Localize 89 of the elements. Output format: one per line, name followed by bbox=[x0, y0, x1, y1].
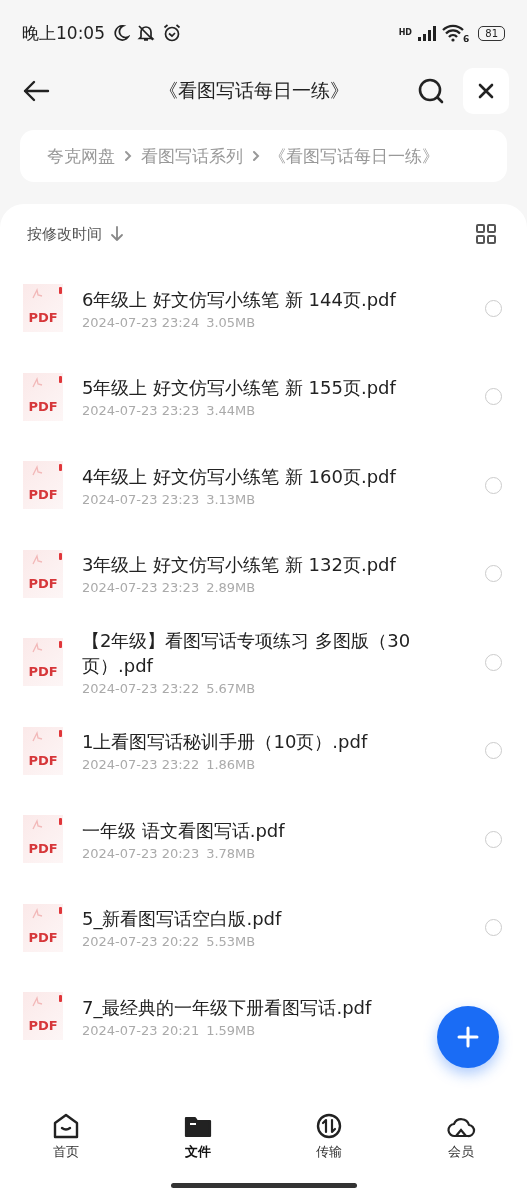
file-name: 6年级上 好文仿写小练笔 新 144页.pdf bbox=[82, 287, 398, 312]
pdf-symbol-icon bbox=[31, 996, 43, 1009]
file-size: 1.59MB bbox=[206, 1022, 256, 1038]
file-row[interactable]: PDF 7_最经典的一年级下册看图写话.pdf 2024-07-23 20:21 1.59MB bbox=[0, 972, 527, 1061]
nav-tab[interactable]: 首页 bbox=[25, 1111, 106, 1161]
pdf-symbol-icon bbox=[31, 465, 43, 478]
signal-icon bbox=[417, 25, 437, 41]
file-type-label: PDF bbox=[28, 575, 58, 591]
file-date: 2024-07-23 23:23 bbox=[82, 491, 200, 507]
file-size: 3.78MB bbox=[206, 845, 256, 861]
file-date: 2024-07-23 23:22 bbox=[82, 681, 200, 697]
corner-tab-icon bbox=[59, 818, 62, 826]
corner-tab-icon bbox=[59, 729, 62, 737]
file-date: 2024-07-23 20:22 bbox=[82, 934, 200, 950]
file-row[interactable]: PDF 4年级上 好文仿写小练笔 新 160页.pdf 2024-07-23 23:23 3.13MB bbox=[0, 441, 527, 530]
down-arrow-icon bbox=[110, 226, 124, 242]
wifi-icon bbox=[442, 24, 464, 42]
corner-tab-icon bbox=[59, 375, 62, 383]
moon-icon bbox=[112, 24, 130, 42]
file-type-label: PDF bbox=[28, 664, 58, 680]
file-name: 一年级 语文看图写话.pdf bbox=[82, 818, 286, 843]
search-icon[interactable] bbox=[417, 77, 445, 105]
file-name: 1上看图写话秘训手册（10页）.pdf bbox=[82, 730, 369, 755]
file-date: 2024-07-23 23:23 bbox=[82, 580, 200, 596]
file-name: 5年级上 好文仿写小练笔 新 155页.pdf bbox=[82, 376, 398, 401]
chevron-icon bbox=[124, 150, 132, 162]
grid-view-icon[interactable] bbox=[475, 223, 497, 245]
file-size: 3.13MB bbox=[206, 491, 256, 507]
file-row[interactable]: PDF 6年级上 好文仿写小练笔 新 144页.pdf 2024-07-23 23:24 3.05MB bbox=[0, 264, 527, 353]
home-indicator[interactable] bbox=[170, 1182, 357, 1188]
muted-bell-icon bbox=[135, 24, 157, 42]
pdf-symbol-icon bbox=[31, 288, 43, 301]
wifi-label: 6 bbox=[463, 34, 470, 44]
file-name: 3年级上 好文仿写小练笔 新 132页.pdf bbox=[82, 553, 398, 578]
file-date: 2024-07-23 23:23 bbox=[82, 403, 200, 419]
file-type-label: PDF bbox=[28, 398, 58, 414]
close-icon[interactable] bbox=[478, 83, 494, 99]
corner-tab-icon bbox=[59, 641, 62, 649]
file-size: 1.86MB bbox=[206, 757, 256, 773]
corner-tab-icon bbox=[59, 464, 62, 472]
chevron-icon bbox=[252, 150, 260, 162]
nav-tab[interactable]: 文件 bbox=[157, 1111, 238, 1161]
file-date: 2024-07-23 23:24 bbox=[82, 314, 200, 330]
file-name: 7_最经典的一年级下册看图写话.pdf bbox=[82, 995, 373, 1020]
pdf-symbol-icon bbox=[31, 553, 43, 566]
file-type-label: PDF bbox=[28, 752, 58, 768]
file-row[interactable]: PDF 【2年级】看图写话专项练习 多图版（30页）.pdf 2024-07-23 23:22 5.67MB bbox=[0, 618, 527, 707]
back-icon[interactable] bbox=[22, 79, 50, 103]
file-type-label: PDF bbox=[28, 1018, 58, 1034]
file-row[interactable]: PDF 1上看图写话秘训手册（10页）.pdf 2024-07-23 23:22 1.86MB bbox=[0, 706, 527, 795]
file-type-label: PDF bbox=[28, 929, 58, 945]
corner-tab-icon bbox=[59, 906, 62, 914]
nav-tab[interactable]: 会员 bbox=[421, 1111, 502, 1161]
file-date: 2024-07-23 20:23 bbox=[82, 845, 200, 861]
status-time: 晚上10:05 bbox=[22, 21, 105, 45]
file-date: 2024-07-23 23:22 bbox=[82, 757, 200, 773]
file-row[interactable]: PDF 3年级上 好文仿写小练笔 新 132页.pdf 2024-07-23 23:23 2.89MB bbox=[0, 529, 527, 618]
close-button[interactable] bbox=[463, 68, 509, 114]
add-button[interactable] bbox=[437, 1006, 499, 1068]
network-label: HD bbox=[398, 28, 412, 37]
file-name: 【2年级】看图写话专项练习 多图版（30页）.pdf bbox=[82, 629, 412, 679]
nav-tab[interactable]: 传输 bbox=[289, 1111, 370, 1161]
file-type-label: PDF bbox=[28, 841, 58, 857]
file-name: 5_新看图写话空白版.pdf bbox=[82, 907, 283, 932]
file-type-label: PDF bbox=[28, 310, 58, 326]
file-size: 3.05MB bbox=[206, 314, 256, 330]
file-size: 5.53MB bbox=[206, 934, 256, 950]
pdf-symbol-icon bbox=[31, 819, 43, 832]
pdf-symbol-icon bbox=[31, 642, 43, 655]
file-size: 5.67MB bbox=[206, 681, 256, 697]
file-size: 2.89MB bbox=[206, 580, 256, 596]
file-size: 3.44MB bbox=[206, 403, 256, 419]
sort-button[interactable]: 按修改时间 bbox=[27, 224, 124, 244]
file-type-label: PDF bbox=[28, 487, 58, 503]
corner-tab-icon bbox=[59, 287, 62, 295]
page-title: 《看图写话每日一练》 bbox=[157, 78, 350, 103]
file-row[interactable]: PDF 5年级上 好文仿写小练笔 新 155页.pdf 2024-07-23 23:23 3.44MB bbox=[0, 352, 527, 441]
corner-tab-icon bbox=[59, 552, 62, 560]
corner-tab-icon bbox=[59, 995, 62, 1003]
file-date: 2024-07-23 20:21 bbox=[82, 1022, 200, 1038]
file-row[interactable]: PDF 5_新看图写话空白版.pdf 2024-07-23 20:22 5.53MB bbox=[0, 883, 527, 972]
file-row[interactable]: PDF 一年级 语文看图写话.pdf 2024-07-23 20:23 3.78MB bbox=[0, 795, 527, 884]
pdf-symbol-icon bbox=[31, 730, 43, 743]
file-name: 4年级上 好文仿写小练笔 新 160页.pdf bbox=[82, 464, 398, 489]
alarm-icon bbox=[162, 23, 182, 43]
plus-icon bbox=[457, 1026, 479, 1048]
battery-indicator: 81 bbox=[478, 25, 505, 41]
pdf-symbol-icon bbox=[31, 907, 43, 920]
pdf-symbol-icon bbox=[31, 376, 43, 389]
